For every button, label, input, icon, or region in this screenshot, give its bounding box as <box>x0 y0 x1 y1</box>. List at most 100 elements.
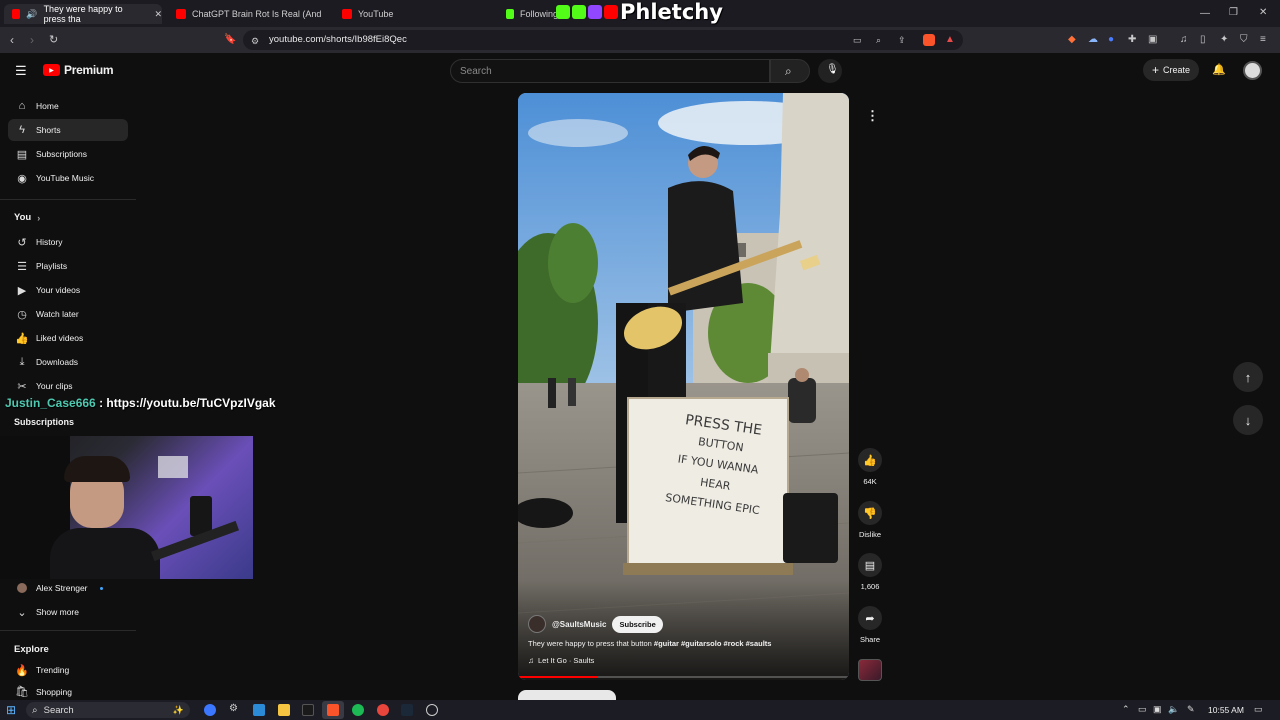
zoom-icon[interactable]: ⌕ <box>876 34 881 46</box>
song-row[interactable]: ♫ Let It Go · Saults <box>528 656 594 665</box>
network-icon[interactable]: ▣ <box>1153 704 1162 715</box>
sidebar-item-channel[interactable]: Alex Strenger <box>8 577 128 599</box>
sidebar-toggle-icon[interactable]: ▯ <box>1200 34 1206 46</box>
sidebar-item-history[interactable]: ↺ History <box>8 231 128 253</box>
close-window-icon[interactable]: ✕ <box>1259 7 1267 19</box>
tab-active[interactable]: 🔊 They were happy to press tha ✕ <box>4 4 162 24</box>
leo-ai-icon[interactable]: ✦ <box>1220 34 1228 46</box>
channel-name[interactable]: @SaultsMusic <box>552 620 606 629</box>
screen-cast-icon[interactable]: ▭ <box>853 34 862 46</box>
brave-browser-icon[interactable] <box>327 704 339 716</box>
close-tab-icon[interactable]: ✕ <box>154 9 162 20</box>
back-icon[interactable]: ‹ <box>10 34 14 46</box>
sidebar-item-subscriptions[interactable]: ▤ Subscriptions <box>8 143 128 165</box>
youtube-favicon-icon <box>176 9 186 19</box>
like-button[interactable]: 👍 <box>858 448 882 472</box>
share-button[interactable]: ➦ <box>858 606 882 630</box>
tab-title: Following <box>519 9 558 19</box>
share-action[interactable]: ➦ Share <box>858 606 882 644</box>
taskbar-search[interactable]: ⌕ Search ✨ <box>26 702 190 718</box>
voice-search-button[interactable]: 🎙 <box>818 59 842 83</box>
you-heading[interactable]: You › <box>14 212 40 223</box>
copilot-icon[interactable] <box>204 704 216 716</box>
dislike-button[interactable]: 👎 <box>858 501 882 525</box>
search-input[interactable]: Search <box>450 59 770 83</box>
vpn-shield-icon[interactable]: ⛉ <box>1240 34 1248 46</box>
obs-icon[interactable] <box>426 704 438 716</box>
extension-cloud-icon[interactable]: ☁ <box>1088 34 1098 46</box>
tab-youtube[interactable]: YouTube <box>334 4 494 24</box>
avatar[interactable] <box>1243 61 1262 80</box>
sidebar-item-your-clips[interactable]: ✂ Your clips <box>8 375 128 397</box>
music-note-icon: ♫ <box>528 656 534 665</box>
show-more-button[interactable]: ⌄ Show more <box>8 601 128 623</box>
hamburger-menu-icon[interactable]: ☰ <box>15 63 27 79</box>
short-hashtags[interactable]: #guitar #guitarsolo #rock #saults <box>654 639 772 648</box>
comments-action[interactable]: ▤ 1,606 <box>858 553 882 591</box>
menu-icon[interactable]: ≡ <box>1260 34 1266 46</box>
clock-time[interactable]: 10:55 AM <box>1208 705 1244 715</box>
sidebar-item-shopping[interactable]: 🛍 Shopping <box>8 683 128 700</box>
chat-text: : https://youtu.be/TuCVpzIVgak <box>95 396 276 410</box>
tray-chevron-up-icon[interactable]: ⌃ <box>1122 704 1130 715</box>
comment-icon: ▤ <box>864 559 876 572</box>
terminal-icon[interactable] <box>302 704 314 716</box>
like-action[interactable]: 👍 64K <box>858 448 882 486</box>
record-app-icon[interactable] <box>377 704 389 716</box>
tray-device-icon[interactable]: ▭ <box>1138 704 1147 715</box>
minimize-icon[interactable]: — <box>1200 8 1210 20</box>
pen-icon[interactable]: ✎ <box>1187 704 1195 715</box>
create-button[interactable]: + Create <box>1143 59 1199 81</box>
volume-icon[interactable]: 🔈 <box>1168 704 1179 715</box>
store-icon[interactable] <box>253 704 265 716</box>
short-video-player[interactable]: PRESS THE BUTTON IF YOU WANNA HEAR SOMET… <box>518 93 849 680</box>
extension-circle-icon[interactable]: ● <box>1108 34 1114 46</box>
sidebar-item-youtube-music[interactable]: ◉ YouTube Music <box>8 167 128 189</box>
url-field[interactable]: ⚙ youtube.com/shorts/Ib98fEi8Qec ▭ ⌕ ⇪ ▲ <box>243 30 963 50</box>
sidebar-item-shorts[interactable]: ϟ Shorts <box>8 119 128 141</box>
maximize-icon[interactable]: ❐ <box>1229 7 1238 19</box>
subscribe-button[interactable]: Subscribe <box>612 615 663 633</box>
sidebar-item-watch-later[interactable]: ◷ Watch later <box>8 303 128 325</box>
sidebar-item-liked-videos[interactable]: 👍 Liked videos <box>8 327 128 349</box>
more-options-icon[interactable]: ⋮ <box>866 108 879 124</box>
notifications-bell-icon[interactable]: 🔔 <box>1212 63 1226 76</box>
previous-short-button[interactable]: ↑ <box>1233 362 1263 392</box>
bookmark-icon[interactable]: 🔖 <box>224 34 236 46</box>
extension-fox-icon[interactable]: ◆ <box>1068 34 1076 46</box>
browser-address-bar: ‹ › ↻ 🔖 ⚙ youtube.com/shorts/Ib98fEi8Qec… <box>0 27 1280 53</box>
sidebar-item-home[interactable]: ⌂ Home <box>8 95 128 117</box>
create-label: Create <box>1163 65 1191 75</box>
sidebar-item-your-videos[interactable]: ▶ Your videos <box>8 279 128 301</box>
share-icon[interactable]: ⇪ <box>898 34 906 46</box>
settings-gear-icon[interactable]: ⚙ <box>229 703 241 715</box>
comments-button[interactable]: ▤ <box>858 553 882 577</box>
youtube-premium-logo[interactable]: ▶ Premium <box>43 63 114 77</box>
spotify-icon[interactable] <box>352 704 364 716</box>
reload-icon[interactable]: ↻ <box>49 34 58 46</box>
sidebar-item-downloads[interactable]: ⤓ Downloads <box>8 351 128 373</box>
sidebar-item-playlists[interactable]: ☰ Playlists <box>8 255 128 277</box>
forward-icon[interactable]: › <box>30 34 34 46</box>
file-explorer-icon[interactable] <box>278 704 290 716</box>
next-short-button[interactable]: ↓ <box>1233 405 1263 435</box>
tab-title: YouTube <box>358 9 394 19</box>
tab-chatgpt[interactable]: ChatGPT Brain Rot Is Real (And Gettin <box>168 4 328 24</box>
chat-message: Justin_Case666 : https://youtu.be/TuCVpz… <box>5 396 276 410</box>
brave-shields-icon[interactable] <box>923 34 935 46</box>
sidebar-panel-icon[interactable]: ▣ <box>1148 34 1157 46</box>
sidebar-item-trending[interactable]: 🔥 Trending <box>8 659 128 681</box>
windows-start-icon[interactable]: ⊞ <box>6 703 16 717</box>
sound-thumbnail[interactable] <box>858 659 882 681</box>
brave-rewards-icon[interactable]: ▲ <box>945 34 955 45</box>
trending-icon: 🔥 <box>15 664 29 677</box>
tab-following[interactable]: Following <box>498 4 558 24</box>
extensions-puzzle-icon[interactable]: ✚ <box>1128 34 1136 46</box>
dislike-action[interactable]: 👎 Dislike <box>858 501 882 539</box>
media-music-icon[interactable]: ♫ <box>1180 34 1188 46</box>
steam-icon[interactable] <box>401 704 413 716</box>
search-button[interactable]: ⌕ <box>770 59 810 83</box>
notification-center-icon[interactable]: ▭ <box>1254 704 1263 715</box>
site-settings-icon[interactable]: ⚙ <box>251 35 259 47</box>
channel-avatar[interactable] <box>528 615 546 633</box>
